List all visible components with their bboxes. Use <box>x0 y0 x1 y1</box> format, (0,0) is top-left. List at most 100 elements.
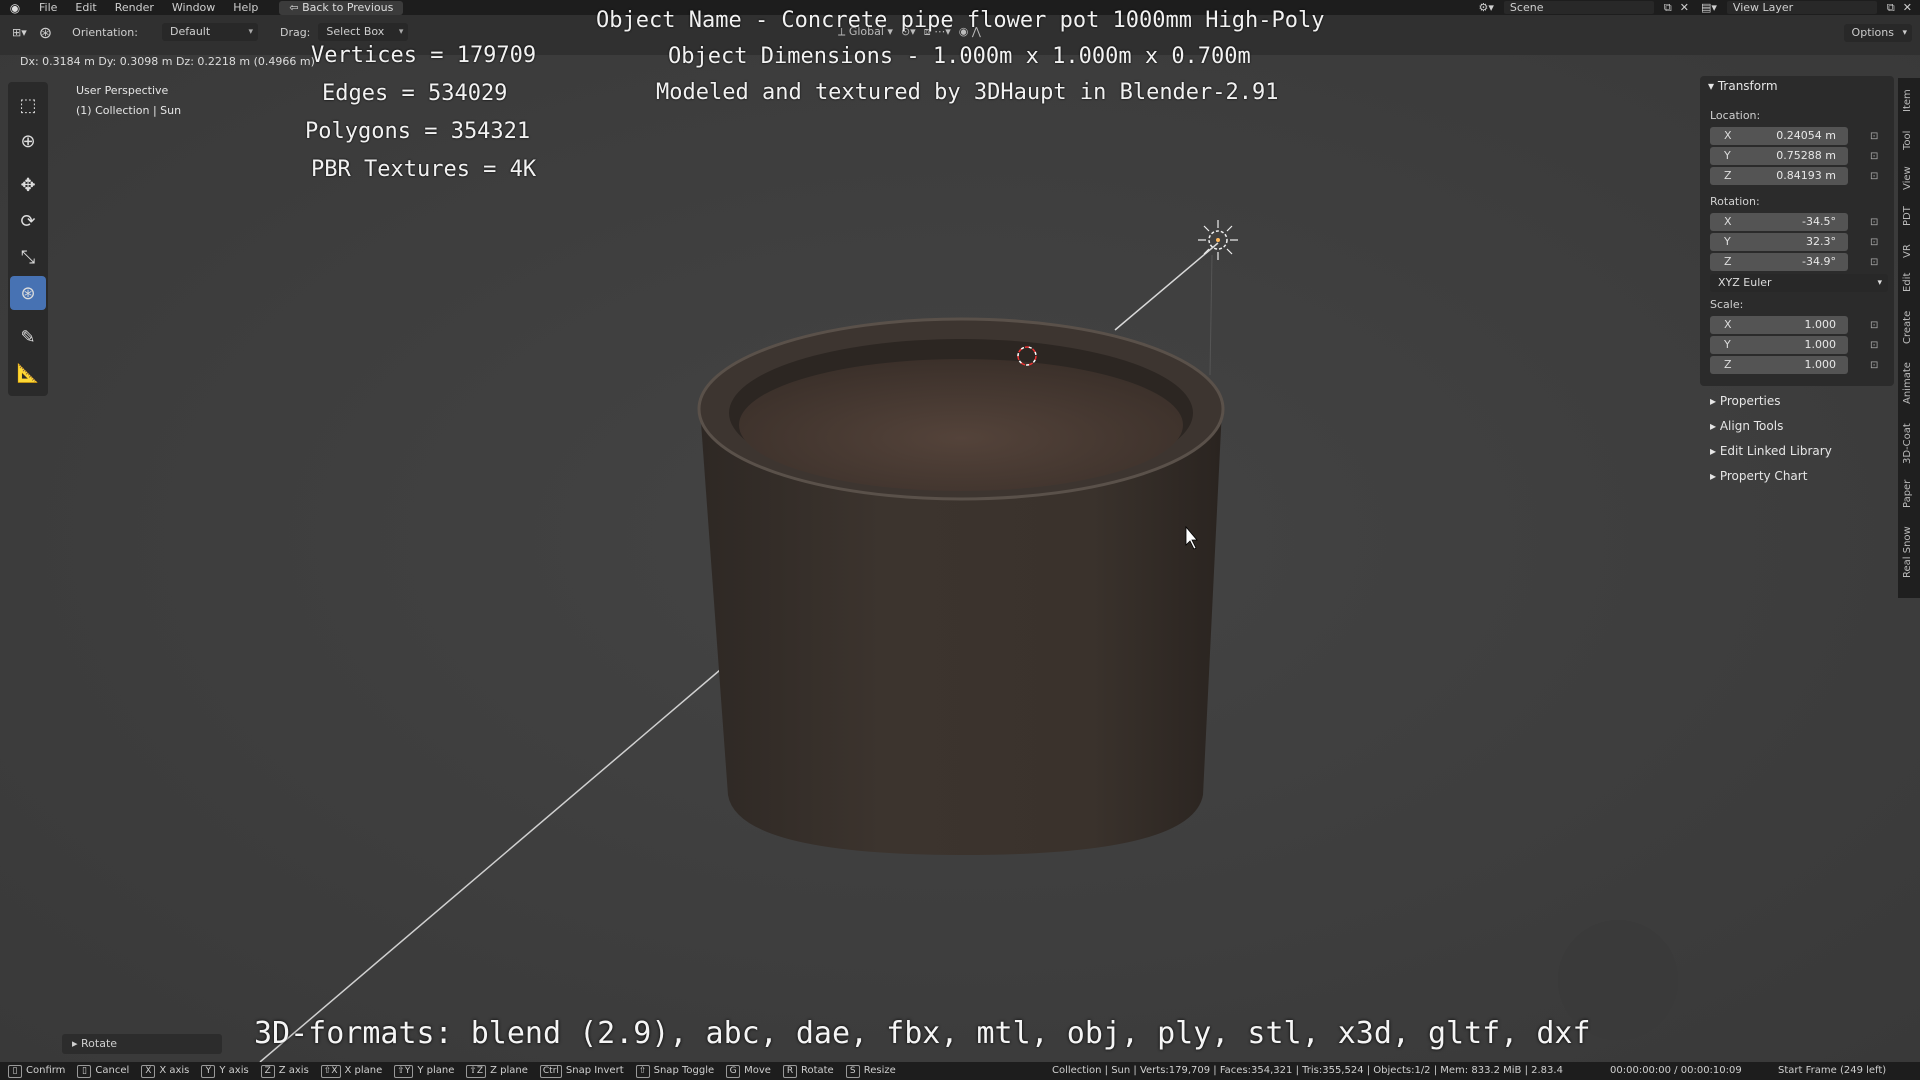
annotate-tool-icon[interactable]: ✎ <box>10 320 46 354</box>
field-value: 1.000 <box>1804 318 1837 331</box>
mouse-right-icon: ▯ <box>77 1064 92 1078</box>
hint-label: Resize <box>863 1065 896 1076</box>
key-cap: X <box>141 1064 156 1078</box>
tab-tool[interactable]: Tool <box>1902 131 1913 150</box>
lock-icon[interactable]: ⊡ <box>1870 217 1880 228</box>
scale-x-field[interactable]: X 1.000 <box>1710 316 1848 334</box>
axis-label: Y <box>1724 338 1731 351</box>
select-box-icon[interactable]: ⬚ <box>10 88 46 122</box>
keymap-hints: ▯ Confirm ▯ Cancel XX axis YY axis ZZ axis… <box>8 1062 896 1080</box>
key-cap: ⇧X <box>320 1064 341 1078</box>
rotation-x-field[interactable]: X -34.5° <box>1710 213 1848 231</box>
axis-label: Z <box>1724 169 1732 182</box>
menu-edit[interactable]: Edit <box>66 0 105 15</box>
lock-icon[interactable]: ⊡ <box>1870 151 1880 162</box>
back-icon: ⇦ <box>289 0 303 14</box>
viewport-3d[interactable] <box>0 15 1920 1062</box>
menu-file[interactable]: File <box>30 0 66 15</box>
tab-paper[interactable]: Paper <box>1902 480 1913 508</box>
transform-panel-header[interactable]: ▾ Transform <box>1708 79 1778 93</box>
lock-icon[interactable]: ⊡ <box>1870 320 1880 331</box>
orientation-dropdown[interactable]: Default <box>161 23 258 41</box>
hint-label: Cancel <box>95 1065 130 1076</box>
panel-align-tools[interactable]: ▸ Align Tools <box>1710 419 1783 433</box>
last-operator-panel[interactable]: ▸ Rotate <box>62 1034 222 1054</box>
lock-icon[interactable]: ⊡ <box>1870 340 1880 351</box>
formats-caption: 3D-formats: blend (2.9), abc, dae, fbx, … <box>254 1016 1591 1051</box>
panel-property-chart[interactable]: ▸ Property Chart <box>1710 469 1807 483</box>
scale-tool-icon[interactable]: ⤡ <box>10 240 46 274</box>
concrete-pot[interactable] <box>697 317 1225 863</box>
rotate-tool-icon[interactable]: ⟳ <box>10 204 46 238</box>
hint-confirm: ▯ Confirm <box>8 1062 65 1080</box>
key-cap: G <box>726 1064 741 1078</box>
scene-field[interactable]: Scene <box>1503 1 1654 14</box>
object-name-line: Object Name - Concrete pipe flower pot 1… <box>596 8 1325 33</box>
panel-edit-linked-library[interactable]: ▸ Edit Linked Library <box>1710 444 1832 458</box>
scale-y-field[interactable]: Y 1.000 <box>1710 336 1848 354</box>
tab-create[interactable]: Create <box>1902 311 1913 344</box>
editor-type-icon[interactable]: ⊞▾ <box>0 26 35 39</box>
key-cap: Z <box>260 1064 275 1078</box>
tab-edit[interactable]: Edit <box>1902 273 1913 292</box>
cursor-tool-icon[interactable]: ⊕ <box>10 124 46 158</box>
lock-icon[interactable]: ⊡ <box>1870 257 1880 268</box>
tab-vr[interactable]: VR <box>1902 240 1913 258</box>
hint-label: Z plane <box>490 1065 528 1076</box>
tab-3d-coat[interactable]: 3D-Coat <box>1902 423 1913 464</box>
back-to-previous-button[interactable]: ⇦ Back to Previous <box>279 0 404 15</box>
new-scene-icon[interactable]: ⧉ <box>1660 1 1676 15</box>
tab-view[interactable]: View <box>1902 166 1913 190</box>
scene-selectors: ⚙▾ Scene ⧉ ✕ ▤▾ View Layer ⧉ ✕ <box>1475 0 1920 15</box>
location-z-field[interactable]: Z 0.84193 m <box>1710 167 1848 185</box>
transform-mode-icon[interactable]: ⊛ <box>35 23 64 42</box>
tab-animate[interactable]: Animate <box>1902 362 1913 404</box>
view-layer-field[interactable]: View Layer <box>1726 1 1877 14</box>
scale-label: Scale: <box>1710 298 1744 311</box>
scene-icon[interactable]: ⚙▾ <box>1475 1 1498 14</box>
options-dropdown[interactable]: Options <box>1843 24 1912 42</box>
drag-dropdown[interactable]: Select Box <box>318 23 409 41</box>
lock-icon[interactable]: ⊡ <box>1870 131 1880 142</box>
hint-x-axis: XX axis <box>141 1062 189 1080</box>
sun-lamp-icon[interactable] <box>1198 220 1238 260</box>
rotation-y-field[interactable]: Y 32.3° <box>1710 233 1848 251</box>
menu-help[interactable]: Help <box>224 0 267 15</box>
hint-y-plane: ⇧Y Y plane <box>394 1062 454 1080</box>
location-y-field[interactable]: Y 0.75288 m <box>1710 147 1848 165</box>
view-layer-icon[interactable]: ▤▾ <box>1697 1 1721 14</box>
field-value: 0.24054 m <box>1776 129 1836 142</box>
blender-window: ◉ File Edit Render Window Help ⇦ Back to… <box>0 0 1920 1080</box>
move-tool-icon[interactable]: ✥ <box>10 168 46 202</box>
menu-window[interactable]: Window <box>163 0 224 15</box>
header-tools: ⊞▾ ⊛ Orientation: Default Drag: Select B… <box>0 21 409 43</box>
new-layer-icon[interactable]: ⧉ <box>1883 1 1899 15</box>
close-scene-icon[interactable]: ✕ <box>1676 1 1697 14</box>
location-x-field[interactable]: X 0.24054 m <box>1710 127 1848 145</box>
tab-real-snow[interactable]: Real Snow <box>1902 526 1913 578</box>
hint-label: X plane <box>344 1065 383 1076</box>
panel-properties[interactable]: ▸ Properties <box>1710 394 1781 408</box>
transform-tool-icon[interactable]: ⊛ <box>10 276 46 310</box>
axis-label: Y <box>1724 149 1731 162</box>
lock-icon[interactable]: ⊡ <box>1870 237 1880 248</box>
viewport-perspective-label: User Perspective <box>76 84 169 97</box>
field-value: -34.9° <box>1802 255 1836 268</box>
lock-icon[interactable]: ⊡ <box>1870 360 1880 371</box>
menu-render[interactable]: Render <box>106 0 163 15</box>
rotation-z-field[interactable]: Z -34.9° <box>1710 253 1848 271</box>
blender-logo-icon[interactable]: ◉ <box>0 1 30 15</box>
tab-item[interactable]: Item <box>1902 89 1913 112</box>
rotation-mode-dropdown[interactable]: XYZ Euler <box>1710 274 1888 292</box>
hint-z-plane: ⇧Z Z plane <box>466 1062 528 1080</box>
hint-y-axis: YY axis <box>201 1062 249 1080</box>
tab-pdt[interactable]: PDT <box>1902 206 1913 226</box>
measure-tool-icon[interactable]: 📐 <box>10 356 46 390</box>
scale-z-field[interactable]: Z 1.000 <box>1710 356 1848 374</box>
panel-label: Properties <box>1719 394 1781 408</box>
lock-icon[interactable]: ⊡ <box>1870 171 1880 182</box>
timecode: 00:00:00:00 / 00:00:10:09 <box>1610 1065 1742 1076</box>
status-bar: ▯ Confirm ▯ Cancel XX axis YY axis ZZ axis… <box>0 1062 1920 1080</box>
drag-label: Drag: <box>279 25 311 39</box>
close-layer-icon[interactable]: ✕ <box>1899 1 1920 14</box>
